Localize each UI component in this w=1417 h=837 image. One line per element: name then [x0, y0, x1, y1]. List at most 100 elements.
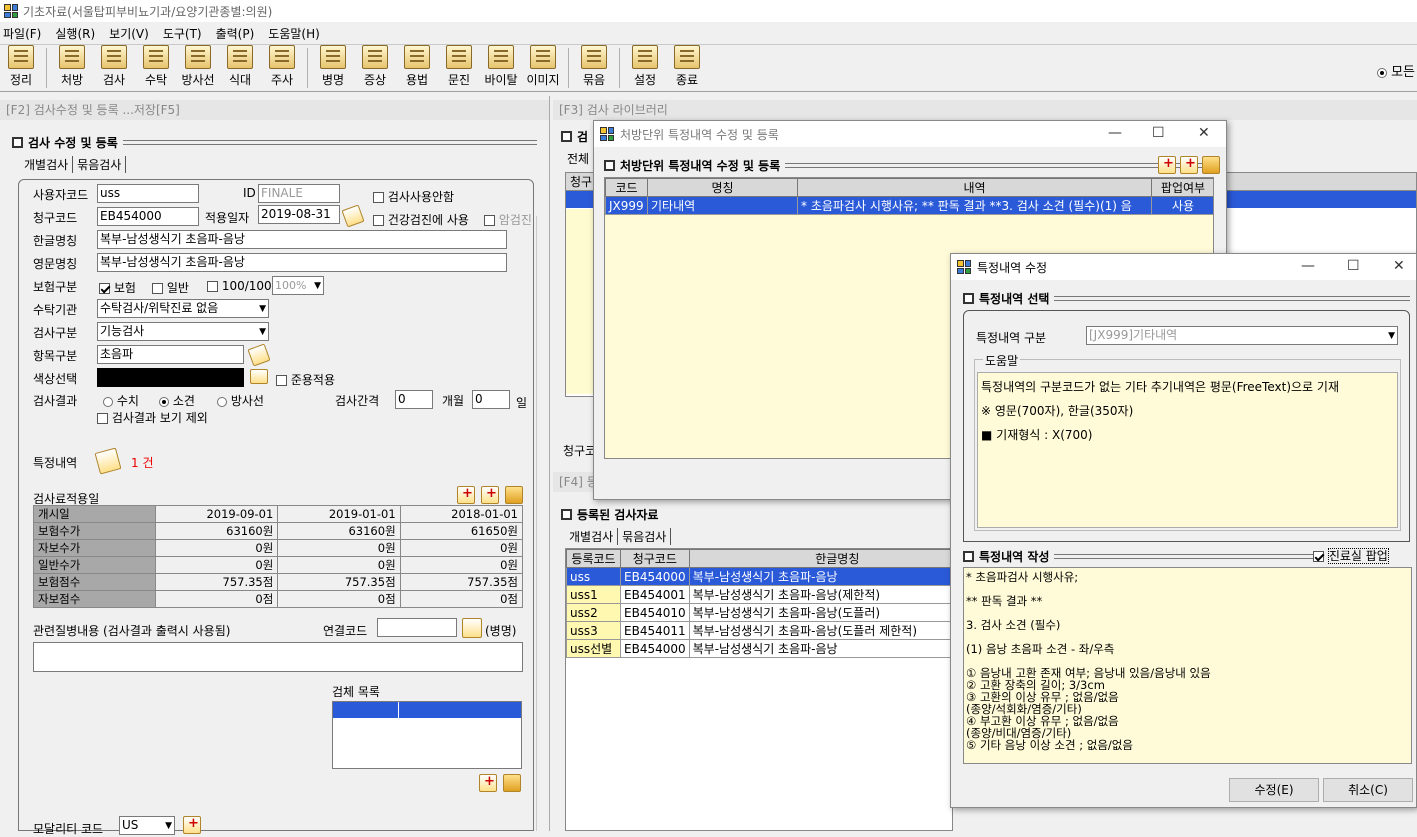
table-row[interactable]: uss선별 EB454000 복부-남성생식기 초음파-음낭	[566, 639, 952, 658]
insert-icon[interactable]	[481, 486, 499, 504]
menu-help[interactable]: 도움말(H)	[268, 25, 320, 42]
cancel-button[interactable]: 취소(C)	[1323, 778, 1413, 802]
toolbar-disease-button[interactable]: 병명	[312, 45, 354, 91]
kor-name-field[interactable]: 복부-남성생식기 초음파-음낭	[97, 230, 507, 249]
cancer-checkbox[interactable]: 암검진	[484, 211, 534, 228]
edit-button[interactable]: 수정(E)	[1229, 778, 1319, 802]
menu-run[interactable]: 실행(R)	[55, 25, 95, 42]
toolbar-radiology-button[interactable]: 방사선	[177, 45, 219, 91]
close-icon[interactable]: ✕	[1198, 125, 1210, 141]
fee-row[interactable]: 보험점수 757.35점 757.35점 757.35점	[33, 573, 524, 591]
table-row[interactable]: uss3 EB454011 복부-남성생식기 초음파-음낭(도플러 제한적)	[566, 621, 952, 640]
trash-icon[interactable]	[1202, 156, 1220, 174]
type-select[interactable]: [JX999]기타내역	[1086, 326, 1398, 345]
library-filter-all[interactable]: 전체	[567, 150, 589, 167]
ins-100-checkbox[interactable]: 100/100	[207, 279, 272, 293]
exclude-checkbox[interactable]: 검사결과 보기 제외	[97, 409, 208, 426]
toolbar-consign-button[interactable]: 수탁	[135, 45, 177, 91]
id-field[interactable]: FINALE	[258, 184, 340, 203]
col-code[interactable]: 코드	[605, 178, 648, 197]
result-radiology-radio[interactable]: 방사선	[217, 392, 264, 409]
toolbar-vital-button[interactable]: 바이탈	[480, 45, 522, 91]
user-code-field[interactable]: uss	[97, 184, 199, 203]
toolbar-injection-button[interactable]: 주사	[261, 45, 303, 91]
toolbar-dosage-button[interactable]: 용법	[396, 45, 438, 91]
pct-select[interactable]: 100%	[272, 276, 324, 295]
ins-general-checkbox[interactable]: 일반	[152, 279, 189, 296]
minimize-icon[interactable]: —	[1108, 125, 1122, 141]
toolbar-meal-button[interactable]: 식대	[219, 45, 261, 91]
fee-row[interactable]: 보험수가 63160원 63160원 61650원	[33, 522, 524, 540]
col-detail[interactable]: 내역	[797, 178, 1152, 197]
col-claim-code[interactable]: 청구코드	[620, 549, 690, 568]
table-row[interactable]: uss2 EB454010 복부-남성생식기 초음파-음낭(도플러)	[566, 603, 952, 622]
table-row[interactable]: JX999 기타내역 * 초음파검사 시행사유; ** 판독 결과 **3. 검…	[605, 196, 1213, 215]
maximize-icon[interactable]: ☐	[1347, 258, 1360, 274]
add-icon[interactable]	[457, 486, 475, 504]
color-swatch[interactable]	[97, 368, 244, 387]
tab-individual[interactable]: 개별검사	[20, 156, 74, 173]
add-modality-icon[interactable]	[183, 816, 201, 834]
delete-specimen-icon[interactable]	[503, 774, 521, 792]
add-specimen-icon[interactable]	[479, 774, 497, 792]
result-opinion-radio[interactable]: 소견	[159, 392, 195, 409]
menu-tools[interactable]: 도구(T)	[163, 25, 202, 42]
minimize-icon[interactable]: —	[1301, 258, 1315, 274]
show-all-radio[interactable]: 모든	[1376, 61, 1415, 80]
fee-row[interactable]: 자보수가 0원 0원 0원	[33, 539, 524, 557]
eraser-icon[interactable]	[341, 204, 365, 228]
specimen-list[interactable]	[332, 701, 522, 769]
table-row[interactable]: uss1 EB454001 복부-남성생식기 초음파-음낭(제한적)	[566, 585, 952, 604]
toolbar-cleanup-button[interactable]: 정리	[0, 45, 42, 91]
test-type-select[interactable]: 기능검사	[97, 322, 269, 341]
fee-row[interactable]: 자보점수 0점 0점 0점	[33, 590, 524, 608]
table-row[interactable]: uss EB454000 복부-남성생식기 초음파-음낭	[566, 567, 952, 586]
toolbar-exit-button[interactable]: 종료	[666, 45, 708, 91]
tab-reg-bundle[interactable]: 묶음검사	[618, 528, 672, 545]
day-field[interactable]: 0	[472, 390, 510, 409]
toolbar-prescription-button[interactable]: 처방	[51, 45, 93, 91]
link-code-field[interactable]	[377, 618, 457, 637]
fee-row[interactable]: 개시일 2019-09-01 2019-01-01 2018-01-01	[33, 505, 524, 523]
ins-insurance-checkbox[interactable]: 보험	[99, 279, 136, 296]
item-type-field[interactable]: 초음파	[97, 345, 244, 364]
registered-grid[interactable]: 등록코드 청구코드 한글명칭 uss EB454000 복부-남성생식기 초음파-음…	[565, 548, 953, 831]
toolbar-test-button[interactable]: 검사	[93, 45, 135, 91]
toolbar-interview-button[interactable]: 문진	[438, 45, 480, 91]
trash-icon[interactable]	[505, 486, 523, 504]
special-text-editor[interactable]: * 초음파검사 시행사유; ** 판독 결과 ** 3. 검사 소견 (필수) (1)…	[963, 567, 1412, 764]
maximize-icon[interactable]: ☐	[1152, 125, 1165, 141]
col-popup[interactable]: 팝업여부	[1151, 178, 1213, 197]
popup-checkbox[interactable]: 진료실 팝업	[1313, 547, 1389, 564]
unused-checkbox[interactable]: 검사사용안함	[373, 188, 454, 205]
toolbar-image-button[interactable]: 이미지	[522, 45, 564, 91]
palette-icon[interactable]	[250, 369, 268, 384]
fee-row[interactable]: 일반수가 0원 0원 0원	[33, 556, 524, 574]
eraser-icon[interactable]	[247, 343, 271, 367]
close-icon[interactable]: ✕	[1393, 258, 1405, 274]
toolbar-bundle-button[interactable]: 묶음	[573, 45, 615, 91]
modality-select[interactable]: US	[119, 816, 175, 835]
col-name[interactable]: 명칭	[647, 178, 798, 197]
health-checkup-checkbox[interactable]: 건강검진에 사용	[373, 211, 469, 228]
col-reg-code[interactable]: 등록코드	[566, 549, 621, 568]
special-edit-icon[interactable]	[94, 447, 122, 475]
toolbar-symptom-button[interactable]: 증상	[354, 45, 396, 91]
follow-checkbox[interactable]: 준용적용	[276, 371, 335, 388]
eng-name-field[interactable]: 복부-남성생식기 초음파-음낭	[97, 253, 507, 272]
consign-select[interactable]: 수탁검사/위탁진료 없음	[97, 299, 269, 318]
toolbar-settings-button[interactable]: 설정	[624, 45, 666, 91]
apply-date-field[interactable]: 2019-08-31	[258, 205, 340, 224]
left-scrollbar[interactable]	[536, 216, 546, 831]
interval-field[interactable]: 0	[395, 390, 433, 409]
tab-bundle[interactable]: 묶음검사	[73, 156, 127, 173]
col-kor-name[interactable]: 한글명칭	[688, 549, 952, 568]
related-disease-textarea[interactable]	[33, 642, 523, 672]
clipboard-icon[interactable]	[462, 618, 482, 638]
menu-print[interactable]: 출력(P)	[216, 25, 255, 42]
tab-reg-individual[interactable]: 개별검사	[565, 528, 619, 545]
menu-file[interactable]: 파일(F)	[3, 25, 41, 42]
insert-icon[interactable]	[1180, 156, 1198, 174]
menu-view[interactable]: 보기(V)	[109, 25, 149, 42]
result-number-radio[interactable]: 수치	[103, 392, 139, 409]
